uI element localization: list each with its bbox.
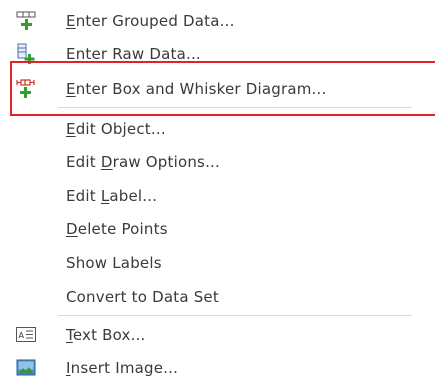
- menu-item-enter-raw-data[interactable]: Enter Raw Data...: [0, 37, 435, 71]
- box-whisker-add-icon: [15, 78, 37, 100]
- menu-item-text-box[interactable]: A Text Box...: [0, 318, 435, 352]
- menu-item-label: Enter Box and Whisker Diagram...: [66, 80, 327, 98]
- menu-item-label: Show Labels: [66, 254, 162, 272]
- menu-item-label: Insert Image...: [66, 359, 179, 377]
- menu-item-label: Edit Draw Options...: [66, 153, 220, 171]
- menu-separator: [58, 107, 412, 108]
- menu-item-show-labels[interactable]: Show Labels: [0, 246, 435, 280]
- context-menu: Enter Grouped Data... Enter Raw Data...: [0, 0, 435, 381]
- text-box-icon: A: [15, 324, 37, 346]
- image-icon: [15, 357, 37, 379]
- menu-item-label: Text Box...: [66, 326, 146, 344]
- raw-data-add-icon: [15, 43, 37, 65]
- menu-separator: [58, 315, 412, 316]
- menu-item-label: Edit Label...: [66, 187, 158, 205]
- menu-item-label: Convert to Data Set: [66, 288, 219, 306]
- menu-item-label: Enter Raw Data...: [66, 45, 201, 63]
- menu-item-edit-object[interactable]: Edit Object...: [0, 112, 435, 146]
- menu-item-enter-box-whisker[interactable]: Enter Box and Whisker Diagram...: [0, 72, 435, 106]
- menu-item-edit-label[interactable]: Edit Label...: [0, 179, 435, 213]
- menu-item-enter-grouped-data[interactable]: Enter Grouped Data...: [0, 4, 435, 38]
- menu-item-edit-draw-options[interactable]: Edit Draw Options...: [0, 145, 435, 179]
- svg-text:A: A: [19, 331, 25, 340]
- grouped-data-add-icon: [15, 10, 37, 32]
- menu-item-label: Delete Points: [66, 220, 168, 238]
- menu-item-label: Enter Grouped Data...: [66, 12, 235, 30]
- menu-item-convert-to-data-set[interactable]: Convert to Data Set: [0, 280, 435, 314]
- menu-item-delete-points[interactable]: Delete Points: [0, 212, 435, 246]
- menu-item-insert-image[interactable]: Insert Image...: [0, 351, 435, 381]
- menu-item-label: Edit Object...: [66, 120, 166, 138]
